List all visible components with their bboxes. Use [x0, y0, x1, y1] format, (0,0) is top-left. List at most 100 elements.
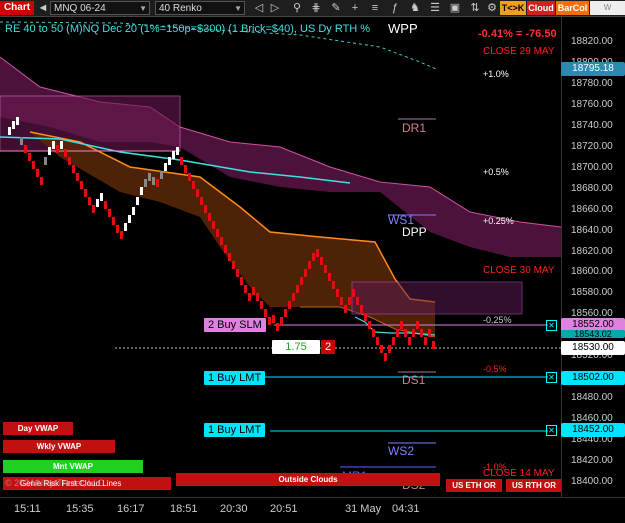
day-vwap-button[interactable]: Day VWAP — [3, 422, 73, 435]
wkly-vwap-button[interactable]: Wkly VWAP — [3, 440, 115, 453]
renko-brick — [352, 289, 355, 297]
renko-brick — [300, 277, 303, 285]
close-30-may-label: CLOSE 30 MAY — [483, 265, 555, 276]
price-tick-label: 18700.00 — [571, 161, 613, 173]
time-tick-label: 04:31 — [392, 503, 420, 515]
renko-brick — [144, 179, 147, 187]
renko-brick — [216, 229, 219, 237]
strategies-icon[interactable]: ♞ — [408, 1, 422, 15]
renko-brick — [368, 321, 371, 329]
renko-brick — [200, 197, 203, 205]
price-tick-label: 18420.00 — [571, 455, 613, 466]
time-axis[interactable] — [0, 497, 625, 523]
renko-brick — [188, 173, 191, 181]
mnt-vwap-button[interactable]: Mnt VWAP — [3, 460, 143, 473]
renko-brick — [104, 201, 107, 209]
properties-icon[interactable]: ☰ — [428, 1, 442, 15]
renko-brick — [364, 313, 367, 321]
qty-price-box[interactable]: 1.75 — [272, 340, 320, 354]
renko-brick — [160, 171, 163, 179]
chart-tab[interactable]: Chart — [0, 1, 34, 15]
time-tick-label: 20:51 — [270, 503, 298, 515]
renko-brick — [308, 261, 311, 269]
bar-type-value: 40 Renko — [159, 3, 202, 14]
renko-brick — [288, 301, 291, 309]
renko-brick — [224, 245, 227, 253]
instrument-selector[interactable]: MNQ 06-24 ▼ — [50, 1, 150, 15]
renko-brick — [428, 329, 431, 337]
renko-brick — [380, 345, 383, 353]
pct-025-label: +0.25% — [483, 216, 514, 226]
renko-brick — [412, 329, 415, 337]
renko-brick — [72, 165, 75, 173]
price-tag-small: 18543.02 — [561, 330, 625, 339]
renko-brick — [212, 221, 215, 229]
chart-trader-icon[interactable]: ⇅ — [468, 1, 482, 15]
tk-button[interactable]: T<>K — [500, 1, 526, 15]
wviewer-button[interactable]: W VIEWE — [590, 1, 625, 26]
cancel-slm-order-icon[interactable]: ✕ — [546, 320, 557, 331]
indicators-icon[interactable]: ƒ — [388, 1, 402, 15]
renko-brick — [100, 193, 103, 201]
us-rth-or-button[interactable]: US RTH OR — [506, 479, 562, 492]
chart-panel[interactable] — [0, 17, 561, 497]
renko-brick — [420, 329, 423, 337]
renko-brick — [96, 199, 99, 207]
price-tick-label: 18620.00 — [571, 245, 613, 257]
renko-brick — [204, 205, 207, 213]
renko-brick — [220, 237, 223, 245]
buy-lmt2-order-tag[interactable]: 1 Buy LMT — [204, 423, 266, 437]
renko-brick — [432, 341, 435, 349]
renko-brick — [108, 209, 111, 217]
renko-brick — [192, 181, 195, 189]
renko-brick — [152, 177, 155, 185]
renko-brick — [232, 261, 235, 269]
time-tick-label: 18:51 — [170, 503, 198, 515]
qty-box[interactable]: 2 — [321, 340, 336, 354]
templates-icon[interactable]: ≡ — [368, 1, 382, 15]
us-eth-or-button[interactable]: US ETH OR — [446, 479, 502, 492]
chart-style-icon[interactable]: ⋕ — [309, 1, 323, 15]
renko-brick — [180, 157, 183, 165]
snapshot-icon[interactable]: ▣ — [448, 1, 462, 15]
renko-brick — [116, 225, 119, 233]
price-tag-top: 18795.18 — [561, 62, 625, 76]
chevron-down-icon: ▼ — [139, 4, 147, 13]
drawing-tools-icon[interactable]: ✎ — [329, 1, 343, 15]
price-tick-label: 18400.00 — [571, 475, 613, 487]
crosshair-icon[interactable]: + — [348, 1, 362, 15]
renko-brick — [344, 305, 347, 313]
cancel-lmt2-order-icon[interactable]: ✕ — [546, 425, 557, 436]
outside-clouds-button[interactable]: Outside Clouds — [176, 473, 440, 486]
bar-type-selector[interactable]: 40 Renko ▼ — [155, 1, 245, 15]
renko-brick — [384, 353, 387, 361]
zoom-icon[interactable]: ⚲ — [290, 1, 304, 15]
price-tick-label: 18680.00 — [571, 182, 613, 194]
chart-toolbar: Chart ◄ MNQ 06-24 ▼ 40 Renko ▼ ◁ ▷ ⚲ ⋕ ✎… — [0, 0, 625, 26]
renko-brick — [320, 257, 323, 265]
renko-brick — [40, 177, 43, 185]
renko-brick — [156, 179, 159, 187]
renko-brick — [236, 269, 239, 277]
chevron-left-icon[interactable]: ◄ — [36, 1, 50, 15]
time-tick-label: 16:17 — [117, 503, 145, 515]
bars-back-icon[interactable]: ◁ — [252, 1, 266, 15]
renko-brick — [64, 149, 67, 157]
renko-brick — [176, 147, 179, 155]
renko-brick — [20, 137, 23, 145]
barcol-button[interactable]: BarCol — [556, 1, 589, 15]
bars-forward-icon[interactable]: ▷ — [268, 1, 282, 15]
renko-brick — [276, 323, 279, 331]
settings-icon[interactable]: ⚙ — [485, 1, 499, 15]
buy-slm-order-tag[interactable]: 2 Buy SLM — [204, 318, 266, 332]
price-tick-label: 18600.00 — [571, 266, 613, 278]
renko-brick — [408, 337, 411, 345]
renko-brick — [164, 163, 167, 171]
renko-brick — [376, 337, 379, 345]
purple-box — [351, 281, 523, 315]
cloud-button[interactable]: Cloud — [527, 1, 555, 15]
cancel-lmt1-order-icon[interactable]: ✕ — [546, 372, 557, 383]
buy-lmt1-order-tag[interactable]: 1 Buy LMT — [204, 371, 266, 385]
price-tick-label: 18480.00 — [571, 392, 613, 404]
renko-brick — [196, 189, 199, 197]
